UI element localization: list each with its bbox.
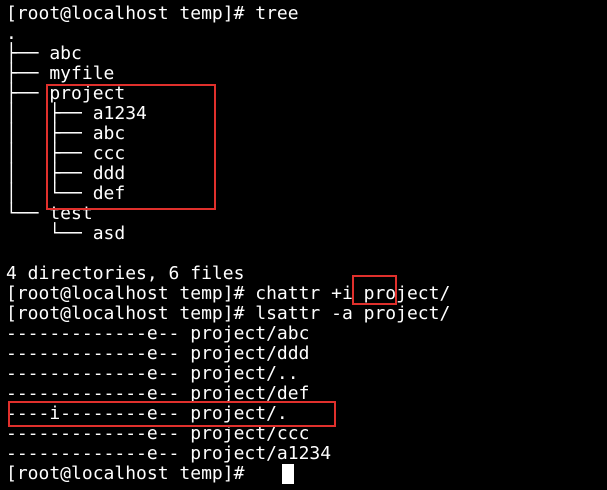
- tree-entry-asd: └── asd: [6, 223, 126, 244]
- tree-entry-ccc: │ ├── ccc: [6, 143, 126, 164]
- tree-entry-ddd: │ ├── ddd: [6, 163, 126, 184]
- lsattr-row-parent: -------------e-- project/..: [6, 363, 299, 384]
- tree-entry-project: ├── project: [6, 83, 126, 104]
- lsattr-row-def: -------------e-- project/def: [6, 383, 310, 404]
- tree-entry-myfile: ├── myfile: [6, 63, 115, 84]
- tree-entry-test: └── test: [6, 203, 93, 224]
- lsattr-row-ddd: -------------e-- project/ddd: [6, 343, 310, 364]
- prompt-line-lsattr: [root@localhost temp]# lsattr -a project…: [6, 303, 451, 324]
- tree-entry-def: │ └── def: [6, 183, 126, 204]
- tree-summary: 4 directories, 6 files: [6, 263, 245, 284]
- tree-root: .: [6, 23, 17, 44]
- lsattr-row-current: ----i--------e-- project/.: [6, 403, 288, 424]
- prompt-line-current[interactable]: [root@localhost temp]#: [6, 464, 255, 484]
- prompt-line-tree: [root@localhost temp]# tree: [6, 3, 299, 24]
- lsattr-row-abc: -------------e-- project/abc: [6, 323, 310, 344]
- tree-entry-abc: ├── abc: [6, 43, 82, 64]
- terminal-window[interactable]: [root@localhost temp]# tree . ├── abc ├─…: [0, 0, 607, 490]
- tree-entry-project-abc: │ ├── abc: [6, 123, 126, 144]
- lsattr-row-a1234: -------------e-- project/a1234: [6, 443, 332, 464]
- tree-entry-a1234: │ ├── a1234: [6, 103, 147, 124]
- text-cursor: [282, 464, 294, 484]
- lsattr-row-ccc: -------------e-- project/ccc: [6, 423, 310, 444]
- prompt-line-chattr: [root@localhost temp]# chattr +i project…: [6, 283, 451, 304]
